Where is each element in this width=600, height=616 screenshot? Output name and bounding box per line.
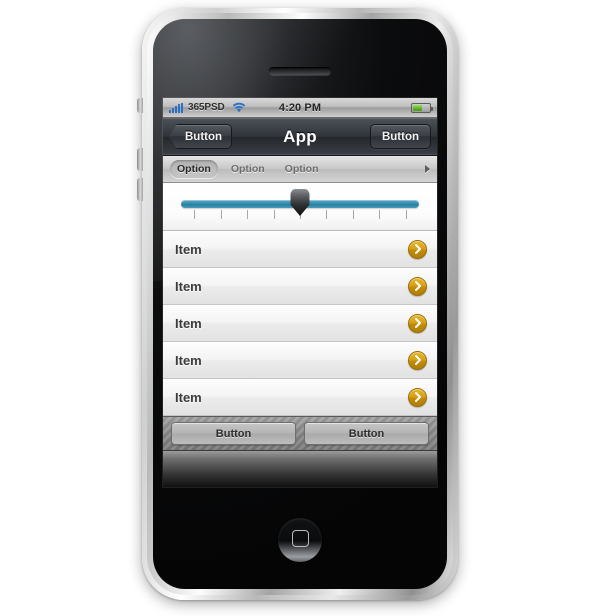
scope-option-3[interactable]: Option [278,160,326,178]
slider-tick [220,210,222,219]
list-item-label: Item [175,352,202,368]
pin-thumb-icon [290,189,310,216]
slider-tick [273,210,275,219]
value-slider[interactable] [181,189,419,222]
scope-option-1[interactable]: Option [170,160,218,178]
chevron-right-circle-icon[interactable] [408,313,427,333]
list-item[interactable]: Item [163,305,437,342]
slider-panel [163,183,437,231]
rounded-square-home-icon [291,530,309,547]
list-item-label: Item [175,278,202,294]
toolbar-right-button[interactable]: Button [304,422,429,445]
list-item[interactable]: Item [163,342,437,379]
empty-content-area [163,451,437,487]
slider-tick [194,210,196,219]
slider-thumb[interactable] [290,189,310,216]
item-list: Item Item Item Item Item [163,231,437,416]
list-item-label: Item [175,315,202,331]
list-item-label: Item [175,389,202,405]
toolbar-left-button[interactable]: Button [171,422,296,445]
triangle-right-icon[interactable] [425,165,430,173]
navigation-bar: Button App Button [163,118,437,156]
chevron-right-circle-icon[interactable] [408,276,427,296]
list-item[interactable]: Item [163,231,437,268]
screenshot-canvas: 365PSD 4:20 PM Button App Button Option … [0,0,600,616]
battery-icon [411,102,433,113]
list-item[interactable]: Item [163,268,437,305]
list-item[interactable]: Item [163,379,437,416]
chevron-right-circle-icon[interactable] [408,387,427,407]
nav-back-button[interactable]: Button [169,124,233,149]
scope-option-2[interactable]: Option [224,160,272,178]
nav-right-button[interactable]: Button [369,124,431,149]
scope-bar: Option Option Option [163,156,437,183]
slider-tick [405,210,407,219]
chevron-right-circle-icon[interactable] [408,350,427,370]
volume-down-button[interactable] [137,178,143,201]
silent-switch-button[interactable] [137,98,143,113]
list-item-label: Item [175,241,202,257]
earpiece-speaker-icon [269,67,331,75]
phone-screen: 365PSD 4:20 PM Button App Button Option … [163,98,437,487]
status-bar-right [411,102,433,113]
chevron-right-circle-icon[interactable] [408,239,427,259]
volume-up-button[interactable] [137,148,143,171]
slider-tick [247,210,249,219]
home-button[interactable] [278,518,322,562]
slider-tick [379,210,381,219]
slider-tick [352,210,354,219]
bottom-toolbar: Button Button [163,416,437,451]
status-bar-time: 4:20 PM [278,101,322,114]
status-bar: 365PSD 4:20 PM [163,98,437,118]
slider-tick [326,210,328,219]
